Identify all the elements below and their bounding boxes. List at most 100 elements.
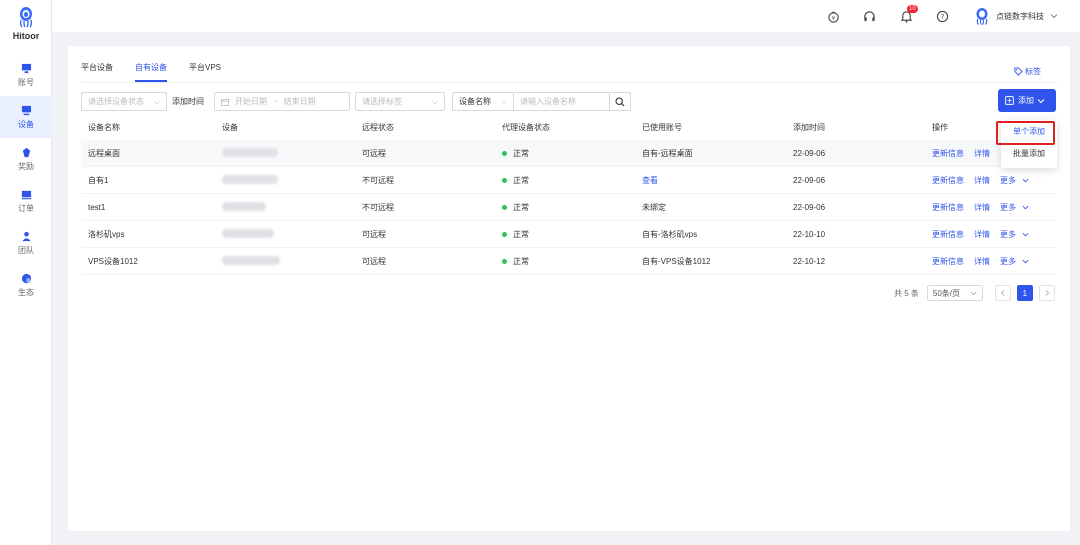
- update-info-link[interactable]: 更新信息: [932, 148, 964, 159]
- sidebar-item-label: 奖励: [18, 161, 34, 171]
- tabs-divider: [81, 82, 1057, 83]
- add-time-label: 添加时间: [172, 97, 204, 106]
- table-row: 洛杉矶vps 可远程 正常 自有-洛杉矶vps 22-10-10 更新信息 详情…: [81, 221, 1057, 248]
- device-table: 设备名称 设备 远程状态 代理设备状态 已使用账号 添加时间 操作 远程桌面 可…: [81, 114, 1057, 275]
- table-row: test1 不可远程 正常 未绑定 22-09-06 更新信息 详情 更多: [81, 194, 1057, 221]
- update-info-link[interactable]: 更新信息: [932, 175, 964, 186]
- tab-own-devices[interactable]: 自有设备: [135, 62, 167, 82]
- used-account: 自有-远程桌面: [642, 148, 693, 158]
- bell-icon[interactable]: 10: [898, 5, 918, 24]
- chevron-down-icon: [1050, 14, 1058, 19]
- device-id-redacted: [222, 201, 362, 213]
- svg-text:¥: ¥: [831, 15, 835, 21]
- tag-link[interactable]: 标签: [1014, 66, 1041, 77]
- sidebar-item-label: 订单: [18, 203, 34, 213]
- sidebar-item-account[interactable]: 账号: [0, 54, 52, 96]
- tag-select[interactable]: 请选择标签 ⌵: [355, 92, 445, 111]
- sidebar-item-ecology[interactable]: 生态: [0, 264, 52, 306]
- sidebar-item-reward[interactable]: 奖励: [0, 138, 52, 180]
- more-menu[interactable]: 更多: [1000, 175, 1029, 186]
- add-button[interactable]: 添加: [998, 89, 1056, 112]
- team-icon: [21, 231, 31, 241]
- detail-link[interactable]: 详情: [974, 256, 990, 267]
- proxy-status: 正常: [502, 175, 642, 186]
- tab-platform-vps[interactable]: 平台VPS: [189, 62, 221, 80]
- more-label: 更多: [1000, 202, 1016, 212]
- single-add-option[interactable]: 单个添加: [1001, 120, 1057, 142]
- add-time: 22-09-06: [793, 148, 826, 158]
- detail-link[interactable]: 详情: [974, 229, 990, 240]
- prev-page-button[interactable]: [994, 285, 1011, 301]
- proxy-status: 正常: [502, 202, 642, 213]
- date-separator: ~: [273, 97, 278, 106]
- tab-platform-devices[interactable]: 平台设备: [81, 62, 113, 80]
- table-header: 设备名称 设备 远程状态 代理设备状态 已使用账号 添加时间 操作: [81, 114, 1057, 140]
- order-icon: [21, 190, 31, 199]
- update-info-link[interactable]: 更新信息: [932, 229, 964, 240]
- detail-link[interactable]: 详情: [974, 175, 990, 186]
- tag-icon: [1014, 67, 1023, 76]
- device-name: test1: [88, 202, 106, 212]
- detail-link[interactable]: 详情: [974, 148, 990, 159]
- col-proxy-status: 代理设备状态: [502, 122, 550, 132]
- table-row: 远程桌面 可远程 正常 自有-远程桌面 22-09-06 更新信息 详情: [81, 140, 1057, 167]
- help-icon[interactable]: ?: [934, 8, 950, 24]
- next-page-button[interactable]: [1038, 285, 1055, 301]
- detail-link[interactable]: 详情: [974, 202, 990, 213]
- wallet-icon[interactable]: ¥: [825, 8, 841, 24]
- ecology-icon: [21, 273, 31, 283]
- page-size-select[interactable]: 50条/页: [926, 285, 983, 301]
- logo-octopus-icon: [19, 7, 33, 28]
- remote-status: 可远程: [362, 229, 386, 239]
- batch-add-option[interactable]: 批量添加: [1001, 142, 1057, 164]
- more-menu[interactable]: 更多: [1000, 202, 1029, 213]
- more-menu[interactable]: 更多: [1000, 229, 1029, 240]
- add-button-label: 添加: [1018, 96, 1034, 105]
- view-account-link[interactable]: 查看: [642, 175, 793, 186]
- status-dot-icon: [502, 258, 507, 264]
- remote-status: 不可远程: [362, 202, 394, 212]
- chevron-left-icon: [1000, 290, 1005, 296]
- sidebar-item-order[interactable]: 订单: [0, 180, 52, 222]
- proxy-status-text: 正常: [513, 148, 529, 158]
- search-input[interactable]: 请输入设备名称: [513, 92, 610, 111]
- logo[interactable]: Hitoor: [0, 6, 52, 41]
- col-used-account: 已使用账号: [642, 122, 682, 132]
- search-field-value: 设备名称: [459, 97, 491, 106]
- sidebar-item-team[interactable]: 团队: [0, 222, 52, 264]
- device-tabs: 平台设备 自有设备 平台VPS: [81, 62, 243, 82]
- chevron-right-icon: [1045, 290, 1050, 296]
- update-info-link[interactable]: 更新信息: [932, 202, 964, 213]
- notification-badge: 10: [907, 5, 918, 13]
- more-menu[interactable]: 更多: [1000, 256, 1029, 267]
- total-count: 共 5 条: [894, 288, 919, 298]
- sidebar-item-device[interactable]: 设备: [0, 96, 52, 138]
- proxy-status-text: 正常: [513, 256, 529, 266]
- headset-icon[interactable]: [861, 8, 877, 24]
- sidebar-item-label: 团队: [18, 245, 34, 255]
- search-icon: [615, 96, 625, 106]
- date-range-picker[interactable]: 开始日期 ~ 结束日期: [214, 92, 350, 111]
- device-name: 自有1: [88, 175, 109, 185]
- remote-status: 不可远程: [362, 175, 394, 185]
- col-device-name: 设备名称: [88, 122, 120, 132]
- row-actions: 更新信息 详情 更多: [932, 202, 1057, 213]
- reward-icon: [22, 147, 30, 157]
- page-button-current[interactable]: 1: [1016, 285, 1033, 301]
- device-id-redacted: [222, 255, 362, 267]
- search-field-select[interactable]: 设备名称 ⌵: [452, 92, 514, 111]
- remote-status: 可远程: [362, 148, 386, 158]
- more-label: 更多: [1000, 256, 1016, 266]
- col-remote-status: 远程状态: [362, 122, 394, 132]
- logo-text: Hitoor: [12, 31, 40, 41]
- search-button[interactable]: [609, 92, 631, 111]
- proxy-status-text: 正常: [513, 202, 529, 212]
- user-menu[interactable]: 点链数字科技: [974, 7, 1058, 25]
- device-status-select[interactable]: 请选择设备状态 ⌵: [81, 92, 167, 111]
- status-dot-icon: [502, 150, 507, 156]
- update-info-link[interactable]: 更新信息: [932, 256, 964, 267]
- proxy-status: 正常: [502, 229, 642, 240]
- tag-select-placeholder: 请选择标签: [362, 97, 402, 106]
- add-time: 22-09-06: [793, 202, 826, 212]
- add-dropdown-menu: 单个添加 批量添加: [1001, 120, 1057, 168]
